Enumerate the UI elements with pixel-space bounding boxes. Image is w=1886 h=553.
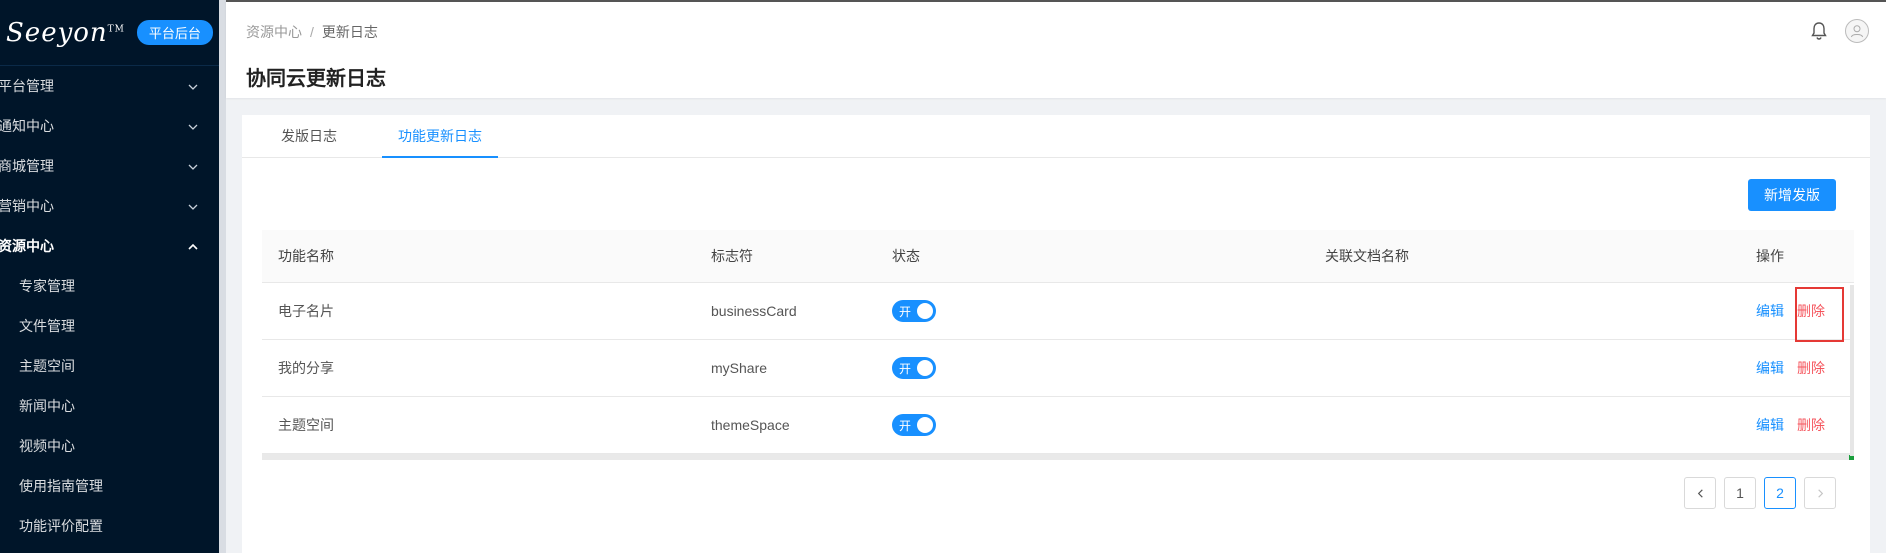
row-status: 开 xyxy=(892,397,936,453)
status-toggle[interactable]: 开 xyxy=(892,414,936,436)
chevron-up-icon xyxy=(187,240,199,252)
delete-button[interactable]: 删除 xyxy=(1797,301,1825,321)
chevron-right-icon xyxy=(1817,488,1823,498)
page-title: 协同云更新日志 xyxy=(246,68,386,90)
breadcrumb-separator: / xyxy=(310,24,314,40)
tab-bar: 发版日志 功能更新日志 xyxy=(242,115,1870,158)
new-release-button[interactable]: 新增发版 xyxy=(1748,179,1836,211)
column-header-name: 功能名称 xyxy=(278,248,334,264)
breadcrumb-update-log: 更新日志 xyxy=(321,24,378,40)
table-row: 主题空间 themeSpace 开 编辑 删除 xyxy=(262,397,1854,454)
chevron-down-icon xyxy=(187,200,199,212)
content-card: 发版日志 功能更新日志 新增发版 功能名称 标志符 状态 关联文档名称 操作 电… xyxy=(242,115,1870,553)
toggle-knob xyxy=(917,417,933,433)
user-icon xyxy=(1850,25,1864,38)
delete-button[interactable]: 删除 xyxy=(1797,358,1825,378)
row-identifier: businessCard xyxy=(711,303,797,319)
tab-feature-update-log[interactable]: 功能更新日志 xyxy=(382,115,498,158)
sidebar-item-guide-management[interactable]: 使用指南管理 xyxy=(0,466,219,506)
row-status: 开 xyxy=(892,340,936,396)
horizontal-scrollbar[interactable] xyxy=(262,454,1854,460)
sidebar-item-theme-space[interactable]: 主题空间 xyxy=(0,346,219,386)
row-actions: 编辑 删除 xyxy=(1756,397,1825,453)
toggle-knob xyxy=(917,360,933,376)
prev-page-button[interactable] xyxy=(1684,477,1716,509)
sidebar-item-file-management[interactable]: 文件管理 xyxy=(0,306,219,346)
feature-table: 功能名称 标志符 状态 关联文档名称 操作 电子名片 businessCard … xyxy=(262,230,1854,460)
vertical-scrollbar[interactable] xyxy=(1850,285,1854,456)
delete-button[interactable]: 删除 xyxy=(1797,415,1825,435)
menu-notification-center[interactable]: 通知中心 xyxy=(0,106,219,146)
status-toggle[interactable]: 开 xyxy=(892,357,936,379)
menu-marketing-center[interactable]: 营销中心 xyxy=(0,186,219,226)
menu-resource-center[interactable]: 资源中心 xyxy=(0,226,219,266)
bell-icon[interactable] xyxy=(1808,20,1830,42)
row-name: 电子名片 xyxy=(278,303,334,319)
status-toggle[interactable]: 开 xyxy=(892,300,936,322)
avatar[interactable] xyxy=(1845,19,1869,43)
sidebar: SeeyonTM 平台后台 平台管理 通知中心 商城管理 营销中心 资源中心 专… xyxy=(0,0,219,553)
row-identifier: myShare xyxy=(711,360,768,376)
column-header-actions: 操作 xyxy=(1756,248,1784,264)
next-page-button[interactable] xyxy=(1804,477,1836,509)
pagination: 1 2 xyxy=(1676,477,1836,509)
row-status: 开 xyxy=(892,283,936,339)
row-actions: 编辑 删除 xyxy=(1756,340,1825,396)
row-name: 主题空间 xyxy=(278,417,334,433)
page-2-button[interactable]: 2 xyxy=(1764,477,1796,509)
breadcrumb-resource-center[interactable]: 资源中心 xyxy=(246,24,302,40)
table-row: 电子名片 businessCard 开 编辑 删除 xyxy=(262,283,1854,342)
row-actions: 编辑 删除 xyxy=(1756,283,1825,339)
header: 资源中心 / 更新日志 协同云更新日志 xyxy=(226,0,1886,98)
sidebar-item-news-center[interactable]: 新闻中心 xyxy=(0,386,219,426)
platform-badge: 平台后台 xyxy=(136,20,213,45)
tab-release-log[interactable]: 发版日志 xyxy=(278,115,340,158)
sidebar-item-video-center[interactable]: 视频中心 xyxy=(0,426,219,466)
column-header-identifier: 标志符 xyxy=(711,248,753,264)
page-1-button[interactable]: 1 xyxy=(1724,477,1756,509)
sidebar-item-expert-management[interactable]: 专家管理 xyxy=(0,266,219,306)
chevron-down-icon xyxy=(187,160,199,172)
edit-button[interactable]: 编辑 xyxy=(1756,415,1784,435)
chevron-down-icon xyxy=(187,120,199,132)
breadcrumb: 资源中心 / 更新日志 xyxy=(246,22,378,42)
table-row: 我的分享 myShare 开 编辑 删除 xyxy=(262,340,1854,397)
menu-mall-management[interactable]: 商城管理 xyxy=(0,146,219,186)
chevron-down-icon xyxy=(187,80,199,92)
toggle-knob xyxy=(917,303,933,319)
edit-button[interactable]: 编辑 xyxy=(1756,358,1784,378)
chevron-left-icon xyxy=(1697,488,1703,498)
column-header-doc: 关联文档名称 xyxy=(1325,248,1409,264)
seeyon-logo[interactable]: SeeyonTM xyxy=(6,18,125,48)
column-header-status: 状态 xyxy=(892,248,920,264)
menu-platform-management[interactable]: 平台管理 xyxy=(0,66,219,106)
logo-row: SeeyonTM 平台后台 xyxy=(0,0,219,66)
sidebar-divider xyxy=(219,0,226,553)
edit-button[interactable]: 编辑 xyxy=(1756,301,1784,321)
table-header: 功能名称 标志符 状态 关联文档名称 操作 xyxy=(262,230,1854,283)
sidebar-item-evaluation-config[interactable]: 功能评价配置 xyxy=(0,506,219,546)
row-identifier: themeSpace xyxy=(711,417,790,433)
row-name: 我的分享 xyxy=(278,360,334,376)
